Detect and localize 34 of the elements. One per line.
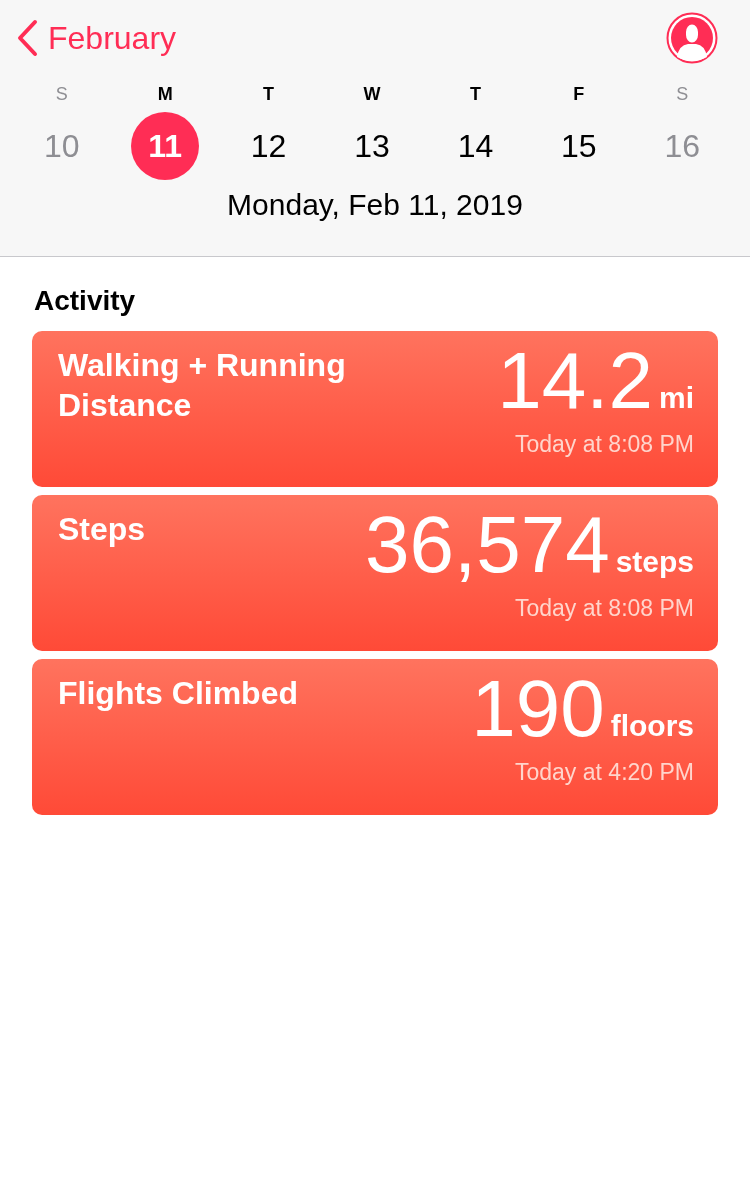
weekday-label: M xyxy=(157,84,173,106)
selected-date: Monday, Feb 11, 2019 xyxy=(226,188,524,222)
metric-title: Flights Climbed xyxy=(58,674,299,713)
metric-unit: floors xyxy=(610,709,694,743)
weekday-label: W xyxy=(363,84,381,106)
metric-card[interactable]: Flights Climbed 190 floors Today at 4:20 PM xyxy=(32,659,718,815)
weekday-label: S xyxy=(676,84,689,106)
metric-value: 14.2 xyxy=(497,335,653,427)
metric-title: Walking + Running Distance xyxy=(58,346,347,425)
metric-value: 190 xyxy=(471,663,605,755)
calendar-day[interactable]: 12 xyxy=(234,112,303,180)
calendar-day[interactable]: 16 xyxy=(648,112,717,180)
metric-unit: mi xyxy=(659,381,694,415)
calendar-day[interactable]: 15 xyxy=(544,112,613,180)
section-title: Activity xyxy=(34,285,137,317)
calendar-day[interactable]: 11 xyxy=(131,112,200,180)
profile-avatar-icon[interactable] xyxy=(666,12,718,64)
weekday-label: T xyxy=(263,84,275,106)
metric-value: 36,574 xyxy=(364,499,610,591)
weekday-label: S xyxy=(55,84,68,106)
calendar-day[interactable]: 14 xyxy=(441,112,510,180)
metric-timestamp: Today at 8:08 PM xyxy=(515,431,694,458)
metric-card[interactable]: Steps 36,574 steps Today at 8:08 PM xyxy=(32,495,718,651)
weekday-label: T xyxy=(469,84,481,106)
back-chevron-icon xyxy=(16,19,38,57)
back-button[interactable]: February xyxy=(16,19,177,57)
calendar-day[interactable]: 10 xyxy=(27,112,96,180)
metric-title: Steps xyxy=(58,510,147,549)
weekday-label: F xyxy=(573,84,585,106)
metric-timestamp: Today at 8:08 PM xyxy=(515,595,694,622)
metric-unit: steps xyxy=(615,545,694,579)
calendar-day[interactable]: 13 xyxy=(338,112,406,180)
metric-card[interactable]: Walking + Running Distance 14.2 mi Today at 8:08 PM xyxy=(32,331,718,487)
metric-timestamp: Today at 4:20 PM xyxy=(515,759,694,786)
